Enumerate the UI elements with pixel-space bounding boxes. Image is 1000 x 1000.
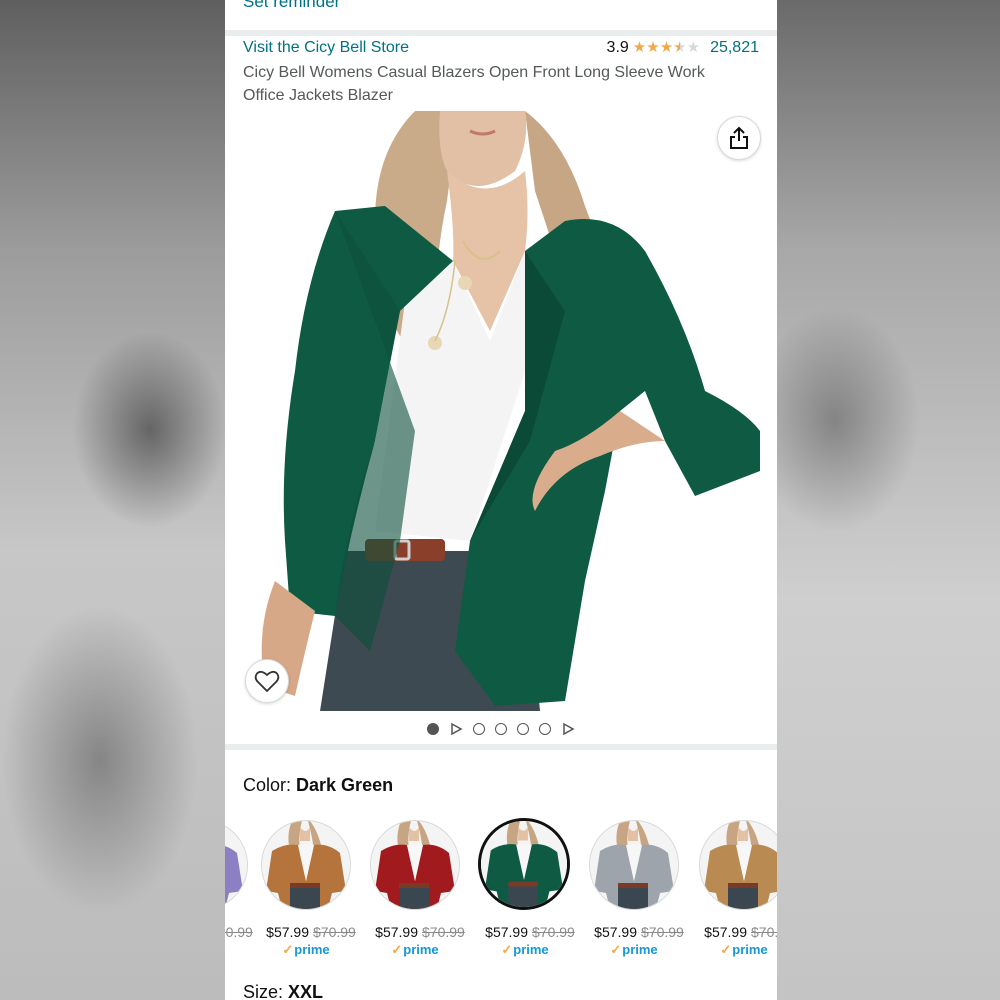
swatch-price: $57.99$70.99 bbox=[584, 924, 694, 940]
visit-store-link[interactable]: Visit the Cicy Bell Store bbox=[243, 39, 409, 57]
list-price: $70.99 bbox=[422, 924, 465, 940]
background-blur-right bbox=[775, 0, 1000, 1000]
swatch-price: $57.99$70.99 bbox=[365, 924, 475, 940]
swatch-price: $57.99$70.99 bbox=[694, 924, 777, 940]
list-price: $70.99 bbox=[641, 924, 684, 940]
checkmark-icon: ✓ bbox=[720, 942, 732, 957]
list-price: $70.99 bbox=[751, 924, 777, 940]
star-empty-icon: ★ bbox=[686, 39, 701, 56]
pagination-dot[interactable] bbox=[473, 723, 485, 735]
swatch-thumbnail bbox=[699, 820, 777, 910]
color-label-text: Color: bbox=[243, 775, 292, 795]
add-to-wishlist-button[interactable] bbox=[245, 659, 289, 703]
checkmark-icon: ✓ bbox=[501, 942, 513, 957]
color-selection-label: Color: Dark Green bbox=[243, 775, 393, 796]
prime-badge: ✓prime bbox=[694, 942, 777, 958]
prime-badge: ✓prime bbox=[365, 942, 465, 958]
prime-badge: ✓prime bbox=[584, 942, 684, 958]
list-price: $70.99 bbox=[313, 924, 356, 940]
section-divider bbox=[225, 30, 777, 36]
prime-badge: ✓prime bbox=[256, 942, 356, 958]
pagination-dot[interactable] bbox=[517, 723, 529, 735]
product-title: Cicy Bell Womens Casual Blazers Open Fro… bbox=[243, 64, 705, 104]
star-half-icon: ★ bbox=[673, 39, 687, 56]
pagination-dot[interactable] bbox=[495, 723, 507, 735]
swatch-thumbnail bbox=[261, 820, 351, 910]
review-count-link[interactable]: 25,821 bbox=[710, 39, 759, 57]
product-image-carousel[interactable] bbox=[225, 111, 777, 711]
store-rating-row: Visit the Cicy Bell Store 3.9 ★ ★ ★ ★ ★ … bbox=[243, 39, 759, 59]
section-divider bbox=[225, 744, 777, 750]
checkmark-icon: ✓ bbox=[282, 942, 294, 957]
swatch-thumbnail bbox=[225, 820, 248, 910]
video-play-icon[interactable] bbox=[449, 722, 463, 736]
video-play-icon[interactable] bbox=[561, 722, 575, 736]
star-icon: ★ bbox=[659, 39, 674, 56]
current-price: $57.99 bbox=[485, 924, 528, 940]
color-swatch-list: $57.99$70.99$57.99$70.99✓prime$57.99$70.… bbox=[225, 818, 777, 968]
prime-label: prime bbox=[294, 942, 330, 957]
image-pagination bbox=[225, 721, 777, 737]
blazer-thumbnail-image bbox=[371, 821, 459, 909]
blazer-thumbnail-image bbox=[700, 821, 777, 909]
background-blur-left bbox=[0, 0, 225, 1000]
set-reminder-link[interactable]: Set reminder bbox=[243, 0, 340, 12]
share-icon bbox=[730, 126, 748, 149]
rating-value: 3.9 bbox=[606, 39, 629, 56]
prime-label: prime bbox=[403, 942, 439, 957]
current-price: $57.99 bbox=[594, 924, 637, 940]
swatch-thumbnail bbox=[589, 820, 679, 910]
swatch-price: $57.99$70.99 bbox=[475, 924, 585, 940]
product-image bbox=[225, 111, 777, 711]
swatch-price: $57.99$70.99 bbox=[256, 924, 366, 940]
star-icon: ★ bbox=[632, 39, 647, 56]
blazer-thumbnail-image bbox=[262, 821, 350, 909]
swatch-thumbnail bbox=[478, 818, 570, 910]
current-price: $57.99 bbox=[704, 924, 747, 940]
prime-label: prime bbox=[513, 942, 549, 957]
rating-summary[interactable]: 3.9 ★ ★ ★ ★ ★ 25,821 bbox=[607, 39, 759, 57]
checkmark-icon: ✓ bbox=[610, 942, 622, 957]
blazer-thumbnail-image bbox=[481, 821, 567, 907]
current-price: $57.99 bbox=[375, 924, 418, 940]
heart-icon bbox=[254, 670, 280, 693]
selected-size: XXL bbox=[288, 982, 324, 1000]
prime-label: prime bbox=[622, 942, 658, 957]
prime-badge: ✓prime bbox=[475, 942, 575, 958]
star-rating: ★ ★ ★ ★ ★ bbox=[633, 40, 700, 56]
star-icon: ★ bbox=[646, 39, 660, 56]
pagination-dot[interactable] bbox=[539, 723, 551, 735]
pagination-dot[interactable] bbox=[427, 723, 439, 735]
size-selection-label: Size: XXL bbox=[243, 982, 323, 1000]
prime-label: prime bbox=[732, 942, 768, 957]
selected-color-name: Dark Green bbox=[296, 775, 394, 795]
blazer-thumbnail-image bbox=[225, 821, 247, 909]
current-price: $57.99 bbox=[266, 924, 309, 940]
list-price: $70.99 bbox=[225, 924, 253, 940]
blazer-thumbnail-image bbox=[590, 821, 678, 909]
swatch-thumbnail bbox=[370, 820, 460, 910]
product-page: Set reminder Visit the Cicy Bell Store 3… bbox=[225, 0, 777, 1000]
checkmark-icon: ✓ bbox=[391, 942, 403, 957]
list-price: $70.99 bbox=[532, 924, 575, 940]
size-label-text: Size: bbox=[243, 982, 284, 1000]
share-button[interactable] bbox=[717, 116, 761, 160]
